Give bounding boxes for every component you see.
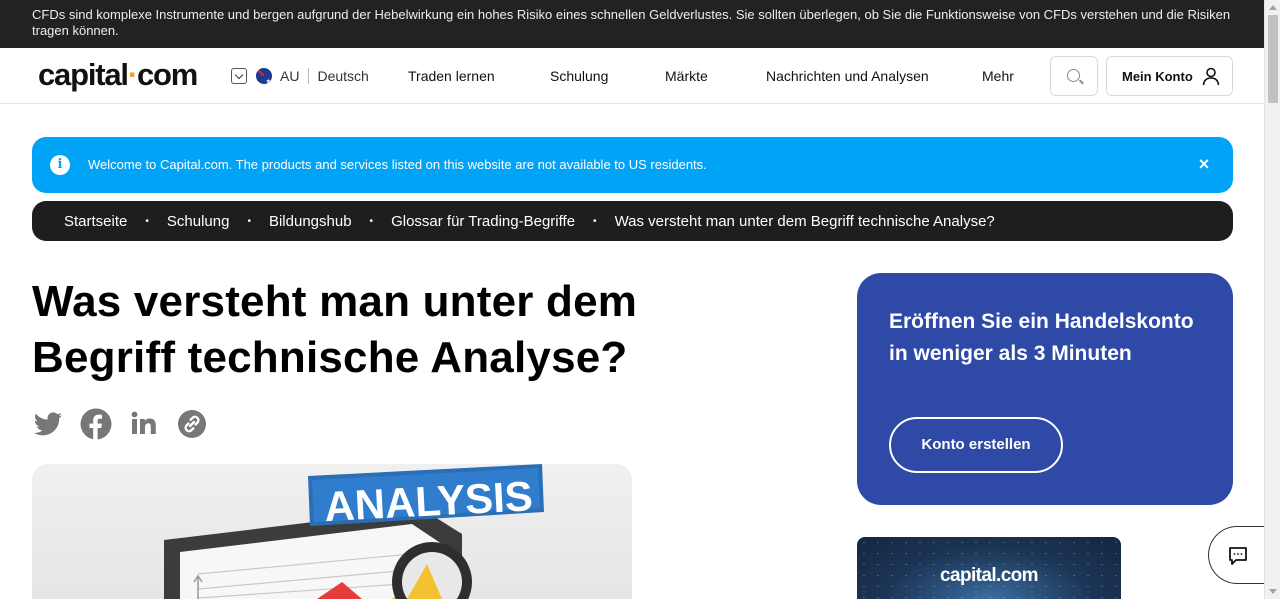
page-title: Was versteht man unter dem Begriff techn…: [32, 274, 752, 386]
facebook-icon[interactable]: [80, 408, 112, 440]
chat-icon: [1229, 547, 1247, 565]
scroll-down-icon[interactable]: [1265, 585, 1280, 599]
breadcrumb-startseite[interactable]: Startseite: [64, 213, 127, 230]
analysis-illustration: ANALYSIS: [164, 464, 544, 599]
my-account-button[interactable]: Mein Konto: [1106, 56, 1233, 96]
breadcrumb-glossar[interactable]: Glossar für Trading-Begriffe: [391, 213, 575, 230]
open-account-card: Eröffnen Sie ein Handelskonto in weniger…: [857, 273, 1233, 505]
logo-dot: ·: [127, 57, 138, 92]
info-icon: i: [50, 155, 70, 175]
link-icon[interactable]: [176, 408, 208, 440]
language-label[interactable]: Deutsch: [317, 68, 368, 84]
hero-sign-text: ANALYSIS: [323, 472, 534, 530]
risk-warning-text: CFDs sind komplexe Instrumente und berge…: [32, 7, 1231, 38]
page-title-line-1: Was versteht man unter dem: [32, 277, 638, 326]
australia-flag-icon: [256, 68, 272, 84]
chevron-down-icon[interactable]: [231, 68, 247, 84]
nav-nachrichten-und-analysen[interactable]: Nachrichten und Analysen: [766, 68, 929, 84]
nav-mehr[interactable]: Mehr: [982, 68, 1014, 84]
my-account-label: Mein Konto: [1122, 69, 1193, 84]
breadcrumb-separator: •: [593, 215, 597, 227]
breadcrumb: Startseite • Schulung • Bildungshub • Gl…: [32, 201, 1233, 241]
analysis-sign: ANALYSIS: [308, 464, 544, 530]
scrollbar-thumb[interactable]: [1268, 15, 1278, 103]
us-residents-notice: i Welcome to Capital.com. The products a…: [32, 137, 1233, 193]
create-account-button[interactable]: Konto erstellen: [889, 417, 1063, 473]
user-icon: [1202, 67, 1220, 86]
breadcrumb-bildungshub[interactable]: Bildungshub: [269, 213, 352, 230]
risk-warning-bar: CFDs sind komplexe Instrumente und berge…: [0, 0, 1264, 48]
search-icon-handle: [1079, 79, 1084, 85]
promo-logo: capital.com: [940, 565, 1039, 586]
page-scrollbar[interactable]: [1264, 0, 1280, 599]
twitter-icon[interactable]: [32, 408, 64, 440]
close-icon[interactable]: ×: [1195, 155, 1213, 173]
breadcrumb-schulung[interactable]: Schulung: [167, 213, 230, 230]
search-button[interactable]: [1050, 56, 1098, 96]
breadcrumb-separator: •: [369, 215, 374, 227]
nav-traden-lernen[interactable]: Traden lernen: [408, 68, 495, 84]
logo-text-left: capital: [38, 57, 129, 92]
article-hero-image: ANALYSIS: [32, 464, 632, 599]
share-bar: [32, 408, 224, 440]
divider: [308, 68, 310, 84]
promo-banner[interactable]: capital.com: [857, 537, 1121, 599]
region-code[interactable]: AU: [280, 68, 299, 84]
region-language-selector[interactable]: AU Deutsch: [231, 67, 369, 85]
breadcrumb-current-page: Was versteht man unter dem Begriff techn…: [614, 212, 995, 230]
breadcrumb-separator: •: [247, 215, 251, 227]
notice-text: Welcome to Capital.com. The products and…: [88, 157, 707, 172]
capital-com-logo[interactable]: capital·com: [38, 57, 198, 92]
site-header: capital·com AU Deutsch Traden lernen Sch…: [0, 48, 1264, 104]
linkedin-icon[interactable]: [128, 408, 160, 440]
chat-button[interactable]: [1208, 526, 1268, 584]
logo-text-right: com: [136, 57, 198, 92]
nav-schulung[interactable]: Schulung: [550, 68, 608, 84]
page-title-line-2: Begriff technische Analyse?: [32, 333, 628, 382]
scroll-up-icon[interactable]: [1265, 0, 1280, 14]
cta-heading: Eröffnen Sie ein Handelskonto in weniger…: [889, 310, 1194, 365]
breadcrumb-separator: •: [145, 215, 149, 227]
nav-maerkte[interactable]: Märkte: [665, 68, 708, 84]
